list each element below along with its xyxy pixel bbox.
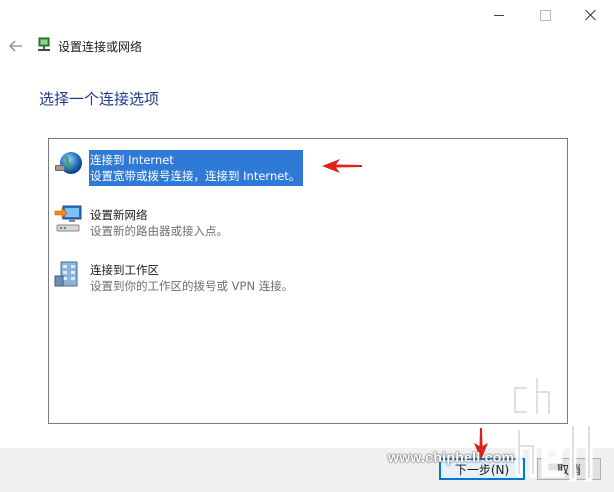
connection-options-list[interactable]: 连接到 Internet 设置宽带或拨号连接，连接到 Internet。 设置新… xyxy=(48,138,568,424)
option-title: 连接到工作区 xyxy=(90,263,159,277)
back-button[interactable] xyxy=(6,36,26,56)
minimize-icon xyxy=(494,14,504,16)
option-description: 设置宽带或拨号连接，连接到 Internet。 xyxy=(90,169,301,183)
option-text: 连接到 Internet 设置宽带或拨号连接，连接到 Internet。 xyxy=(89,150,304,186)
chiphell-watermark-logo-icon xyxy=(511,374,593,482)
option-title: 连接到 Internet xyxy=(90,153,174,167)
router-computer-icon xyxy=(54,205,82,232)
annotation-arrow-left-icon xyxy=(322,159,362,173)
option-text: 设置新网络 设置新的路由器或接入点。 xyxy=(90,207,228,239)
globe-network-icon xyxy=(55,152,82,174)
option-title: 设置新网络 xyxy=(90,208,148,222)
option-description: 设置新的路由器或接入点。 xyxy=(90,224,228,238)
option-description: 设置到你的工作区的拨号或 VPN 连接。 xyxy=(90,279,294,293)
close-icon xyxy=(585,9,597,21)
option-setup-new-network[interactable]: 设置新网络 设置新的路由器或接入点。 xyxy=(49,195,567,239)
maximize-icon xyxy=(539,9,551,21)
option-text: 连接到工作区 设置到你的工作区的拨号或 VPN 连接。 xyxy=(90,262,293,294)
close-button[interactable] xyxy=(568,0,614,30)
maximize-button[interactable] xyxy=(522,0,568,30)
back-arrow-icon xyxy=(9,40,22,52)
workplace-building-icon xyxy=(54,261,78,287)
window-title: 设置连接或网络 xyxy=(58,40,143,54)
page-heading: 选择一个连接选项 xyxy=(39,90,160,108)
minimize-button[interactable] xyxy=(476,0,522,30)
option-connect-workplace[interactable]: 连接到工作区 设置到你的工作区的拨号或 VPN 连接。 xyxy=(49,250,567,294)
watermark-url: www.chiphell.com xyxy=(388,449,515,465)
option-connect-internet[interactable]: 连接到 Internet 设置宽带或拨号连接，连接到 Internet。 xyxy=(49,139,567,186)
network-setup-icon xyxy=(37,37,50,52)
